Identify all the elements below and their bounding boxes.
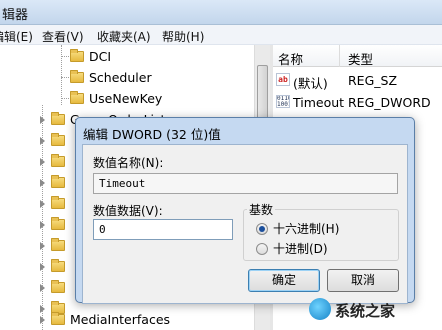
radio-unselected-icon	[256, 242, 268, 255]
folder-icon	[51, 238, 65, 251]
value-name-field: Timeout	[93, 173, 398, 194]
value-name: Timeout	[293, 95, 345, 110]
value-name: (默认)	[293, 76, 328, 91]
tree-item-mediainterfaces[interactable]: MediaInterfaces	[40, 309, 170, 330]
folder-icon	[70, 91, 84, 104]
cancel-button[interactable]: 取消	[327, 269, 399, 292]
folder-icon	[51, 133, 65, 146]
window-title: 辑器	[2, 8, 29, 23]
expand-arrow-icon[interactable]	[40, 115, 45, 124]
base-label: 基数	[247, 201, 276, 218]
expand-arrow-icon[interactable]	[40, 283, 45, 292]
list-header: 名称 类型	[273, 45, 442, 67]
value-type: REG_DWORD	[348, 95, 431, 110]
column-separator[interactable]	[339, 45, 340, 67]
watermark-text: 系统之家	[335, 302, 396, 320]
expand-arrow-icon[interactable]	[40, 157, 45, 166]
dialog-body: 数值名称(N): Timeout 数值数据(V): 0 基数 十六进制(H) 十…	[82, 144, 408, 304]
dialog-title: 编辑 DWORD (32 位)值	[83, 127, 221, 142]
column-header-type[interactable]: 类型	[348, 49, 373, 68]
expand-arrow-icon[interactable]	[40, 178, 45, 187]
expand-arrow-icon[interactable]	[40, 262, 45, 271]
radio-hexadecimal[interactable]: 十六进制(H)	[256, 220, 339, 237]
list-row[interactable]: 01101001 Timeout REG_DWORD	[273, 91, 442, 113]
tree-item-hidden[interactable]	[40, 277, 70, 298]
folder-icon	[51, 154, 65, 167]
folder-icon	[51, 280, 65, 293]
folder-icon	[51, 196, 65, 209]
menu-favorites[interactable]: 收藏夹(A)	[97, 28, 151, 45]
value-type: REG_SZ	[348, 73, 398, 88]
folder-icon	[51, 175, 65, 188]
menu-bar: 编辑(E) 查看(V) 收藏夹(A) 帮助(H)	[0, 25, 442, 45]
tree-item-hidden[interactable]	[40, 172, 70, 193]
expand-arrow-icon[interactable]	[40, 315, 45, 324]
expand-arrow-icon[interactable]	[40, 220, 45, 229]
radio-label: 十六进制(H)	[273, 222, 340, 236]
radio-label: 十进制(D)	[273, 242, 328, 256]
value-data-label: 数值数据(V):	[93, 204, 163, 218]
folder-icon	[51, 259, 65, 272]
string-value-icon: ab	[276, 73, 290, 86]
tree-item-label: MediaInterfaces	[70, 312, 171, 327]
menu-edit[interactable]: 编辑(E)	[0, 28, 33, 45]
title-bar: 辑器	[0, 0, 442, 25]
tree-item-hidden[interactable]	[40, 151, 70, 172]
tree-item-hidden[interactable]	[40, 193, 70, 214]
expand-arrow-icon[interactable]	[40, 199, 45, 208]
folder-icon	[51, 112, 65, 125]
expand-arrow-icon[interactable]	[40, 241, 45, 250]
tree-item-dci[interactable]: DCI	[70, 46, 111, 67]
folder-icon	[70, 49, 84, 62]
ok-button[interactable]: 确定	[248, 269, 320, 292]
tree-item-hidden[interactable]	[40, 214, 70, 235]
tree-item-label: DCI	[89, 49, 112, 64]
tree-guide-line	[61, 45, 62, 105]
tree-item-label: UseNewKey	[89, 91, 163, 106]
watermark-logo-icon	[309, 298, 331, 320]
tree-item-hidden[interactable]	[40, 256, 70, 277]
menu-view[interactable]: 查看(V)	[42, 28, 84, 45]
edit-dword-dialog: 编辑 DWORD (32 位)值 数值名称(N): Timeout 数值数据(V…	[75, 117, 415, 304]
tree-item-scheduler[interactable]: Scheduler	[70, 67, 152, 88]
value-name-label: 数值名称(N):	[93, 156, 164, 170]
folder-icon	[51, 312, 65, 325]
value-data-input[interactable]: 0	[93, 219, 233, 240]
tree-item-hidden[interactable]	[40, 235, 70, 256]
list-row[interactable]: ab (默认) REG_SZ	[273, 69, 442, 91]
tree-guide-line	[61, 56, 69, 57]
folder-icon	[51, 217, 65, 230]
tree-guide-line	[61, 98, 69, 99]
radio-selected-icon	[256, 222, 268, 235]
binary-value-icon: 01101001	[276, 95, 290, 108]
tree-item-hidden[interactable]	[40, 130, 70, 151]
folder-icon	[70, 70, 84, 83]
tree-item-usenewkey[interactable]: UseNewKey	[70, 88, 162, 109]
menu-help[interactable]: 帮助(H)	[162, 28, 204, 45]
column-header-name[interactable]: 名称	[278, 49, 303, 68]
tree-item-label: Scheduler	[89, 70, 152, 85]
tree-guide-line	[61, 77, 69, 78]
radio-decimal[interactable]: 十进制(D)	[256, 240, 328, 257]
expand-arrow-icon[interactable]	[40, 136, 45, 145]
